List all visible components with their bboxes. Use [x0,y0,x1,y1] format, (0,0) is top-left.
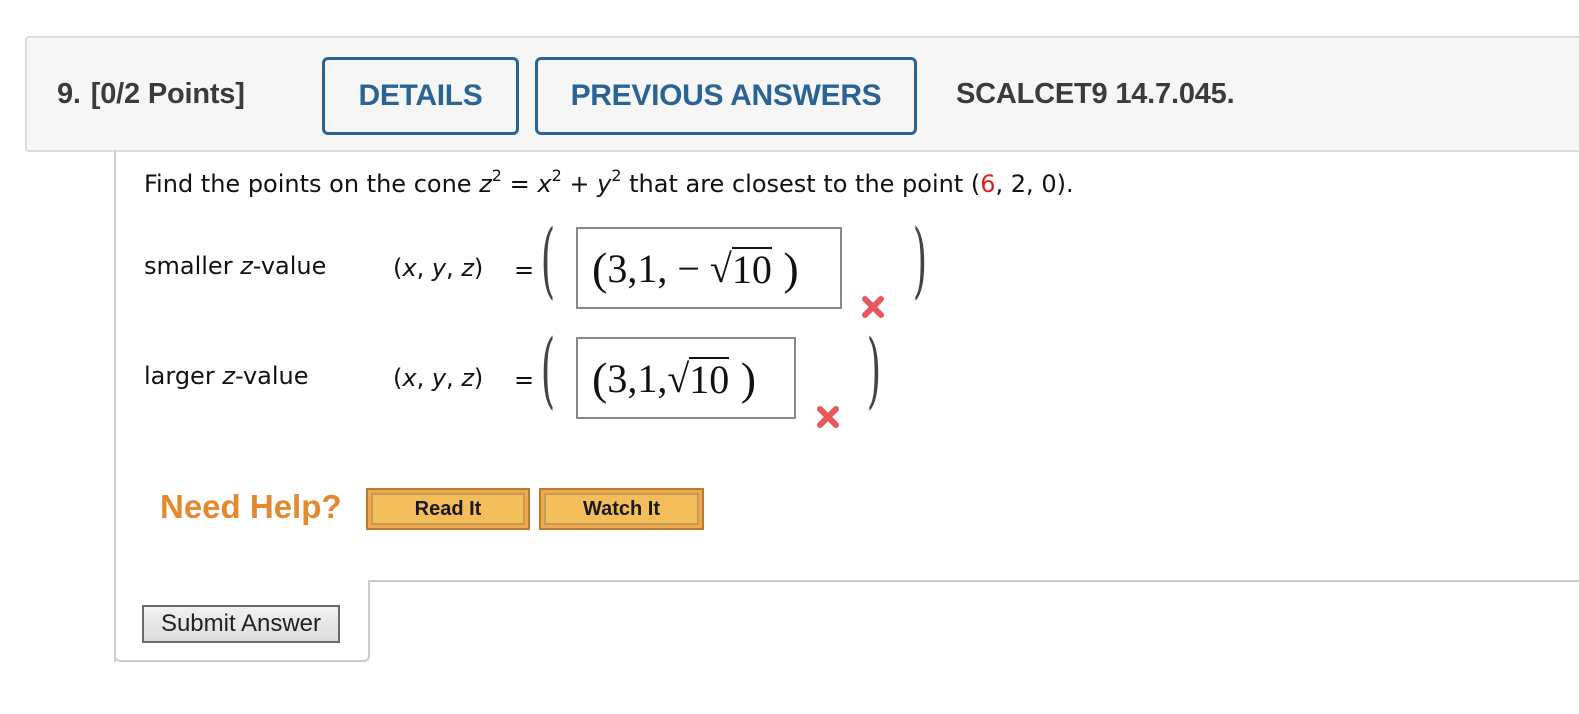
question-number: 9. [57,78,81,110]
exponent: 2 [551,166,562,185]
divider [368,580,1579,582]
var-y: y [431,364,447,392]
answer-value: 3,1, − √ [607,245,732,291]
open-paren: ( [540,213,556,308]
var-x: x [402,364,417,392]
label-var: z [222,362,235,390]
prompt-text: Find the points on the cone [144,170,480,198]
var-y: y [431,254,447,282]
question-prompt: Find the points on the cone z2 = x2 + y2… [144,166,1074,198]
read-it-button[interactable]: Read It [366,488,530,530]
equals-sign: = [501,170,538,198]
paren: ( [592,352,608,404]
prompt-text: , 2, 0). [995,170,1074,198]
answer-radicand: 10 [689,356,730,402]
label-var: z [240,252,253,280]
incorrect-icon [817,406,839,428]
answer-input-smaller[interactable]: (3,1, − √ 10 ) [576,227,842,309]
answer-input-larger[interactable]: (3,1,√ 10 ) [576,337,796,419]
label-text: -value [252,252,327,280]
var-x: x [402,254,417,282]
question-number-points: 9. [0/2 Points] [57,78,245,111]
var-x: x [537,170,552,198]
details-button[interactable]: DETAILS [322,57,519,135]
close-paren: ) [866,323,882,418]
paren: ) [729,352,757,404]
comma: , [446,254,462,282]
equals-sign: = [514,366,535,394]
label-text: larger [144,362,223,390]
close-paren: ) [912,213,928,308]
equals-sign: = [514,256,535,284]
label-text: smaller [144,252,241,280]
incorrect-icon [862,296,884,318]
prompt-text: that are closest to the point ( [621,170,981,198]
question-header: 9. [0/2 Points] DETAILS PREVIOUS ANSWERS … [25,36,1579,152]
comma: , [416,254,432,282]
exponent: 2 [491,166,502,185]
question-points: [0/2 Points] [90,78,245,110]
comma: , [446,364,462,392]
answer-label-smaller: smaller z-value [144,252,326,280]
paren: ( [393,254,403,282]
exponent: 2 [611,166,622,185]
question-code: SCALCET9 14.7.045. [956,78,1235,110]
submit-answer-button[interactable]: Submit Answer [142,605,340,643]
paren: ( [592,242,608,294]
label-text: -value [234,362,309,390]
highlighted-value: 6 [980,170,996,198]
paren: ) [473,364,484,392]
paren: ) [473,254,484,282]
var-z: z [461,254,474,282]
var-y: y [597,170,612,198]
answer-radicand: 10 [731,246,772,292]
var-z: z [479,170,492,198]
paren: ( [393,364,403,392]
comma: , [416,364,432,392]
need-help-label: Need Help? [160,488,342,525]
tuple-label: (x, y, z) [393,254,483,282]
plus-sign: + [561,170,598,198]
answer-value: 3,1,√ [607,355,690,401]
previous-answers-button[interactable]: PREVIOUS ANSWERS [535,57,917,135]
var-z: z [461,364,474,392]
paren: ) [771,242,799,294]
open-paren: ( [540,323,556,418]
tuple-label: (x, y, z) [393,364,483,392]
answer-label-larger: larger z-value [144,362,309,390]
watch-it-button[interactable]: Watch It [539,488,704,530]
